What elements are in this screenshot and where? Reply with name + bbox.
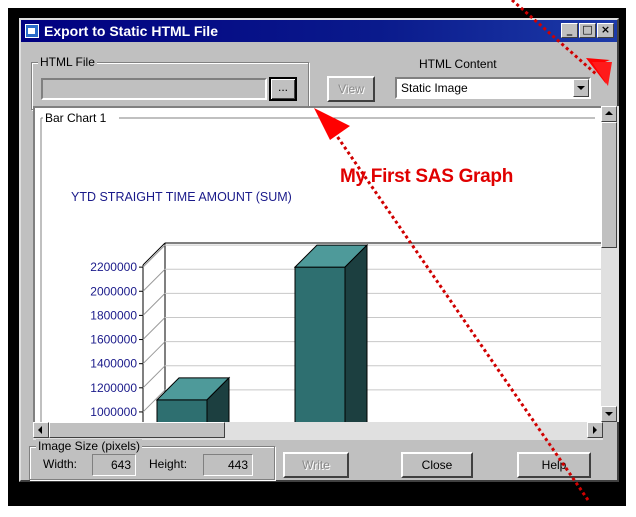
scroll-down-icon[interactable] xyxy=(601,406,617,422)
minimize-button[interactable]: _ xyxy=(561,23,578,38)
chart-y-tick-label: 2000000 xyxy=(90,284,137,298)
window-title: Export to Static HTML File xyxy=(44,23,218,39)
close-button[interactable]: Close xyxy=(401,452,473,478)
horizontal-scrollbar[interactable] xyxy=(33,422,603,440)
chart-y-tick-label: 1800000 xyxy=(90,308,137,322)
chart-y-tick-label: 1400000 xyxy=(90,357,137,371)
chart-y-tick-label: 2200000 xyxy=(90,260,137,274)
image-size-group-label: Image Size (pixels) xyxy=(36,439,143,453)
html-content-label: HTML Content xyxy=(419,57,497,71)
width-value[interactable]: 643 xyxy=(92,454,136,476)
chart-title: YTD STRAIGHT TIME AMOUNT (SUM) xyxy=(71,190,292,204)
chart-y-tick-label: 1000000 xyxy=(90,405,137,419)
scroll-right-icon[interactable] xyxy=(587,422,603,438)
html-content-selected-value: Static Image xyxy=(401,81,468,95)
width-label: Width: xyxy=(43,457,78,471)
chevron-down-icon[interactable] xyxy=(573,79,589,97)
html-content-select[interactable]: Static Image xyxy=(395,77,591,99)
annotation-text: My First SAS Graph xyxy=(340,166,514,187)
browse-button-label: ... xyxy=(277,80,288,94)
chart-bar-front xyxy=(156,399,208,422)
chart-y-tick-label: 1200000 xyxy=(90,381,137,395)
chart-bar-side xyxy=(344,243,368,422)
vertical-scroll-thumb[interactable] xyxy=(601,122,617,248)
horizontal-scroll-thumb[interactable] xyxy=(49,422,225,438)
height-label: Height: xyxy=(149,457,188,471)
close-window-button[interactable]: × xyxy=(597,23,614,38)
maximize-button[interactable]: □ xyxy=(579,23,596,38)
export-dialog: Export to Static HTML File _ □ × HTML Fi… xyxy=(19,18,619,482)
bar-chart: Bar Chart 1 YTD STRAIGHT TIME AMOUNT (SUM… xyxy=(40,110,603,422)
title-bar[interactable]: Export to Static HTML File _ □ × xyxy=(21,20,617,42)
write-button[interactable]: Write xyxy=(283,452,349,478)
scroll-left-icon[interactable] xyxy=(33,422,49,438)
browse-button[interactable]: ... xyxy=(269,77,297,101)
chart-viewer[interactable]: Bar Chart 1 YTD STRAIGHT TIME AMOUNT (SUM… xyxy=(33,106,603,422)
view-button[interactable]: View xyxy=(327,76,375,102)
app-icon xyxy=(25,24,39,38)
help-button[interactable]: Help xyxy=(517,452,591,478)
vertical-scrollbar[interactable] xyxy=(601,106,619,422)
chart-group-label: Bar Chart 1 xyxy=(45,111,107,125)
scroll-up-icon[interactable] xyxy=(601,106,617,122)
height-value[interactable]: 443 xyxy=(203,454,253,476)
html-file-group-label: HTML File xyxy=(38,55,97,69)
chart-y-tick-label: 1600000 xyxy=(90,333,137,347)
chart-bar-front xyxy=(294,266,346,422)
html-file-path-field[interactable] xyxy=(41,78,267,100)
